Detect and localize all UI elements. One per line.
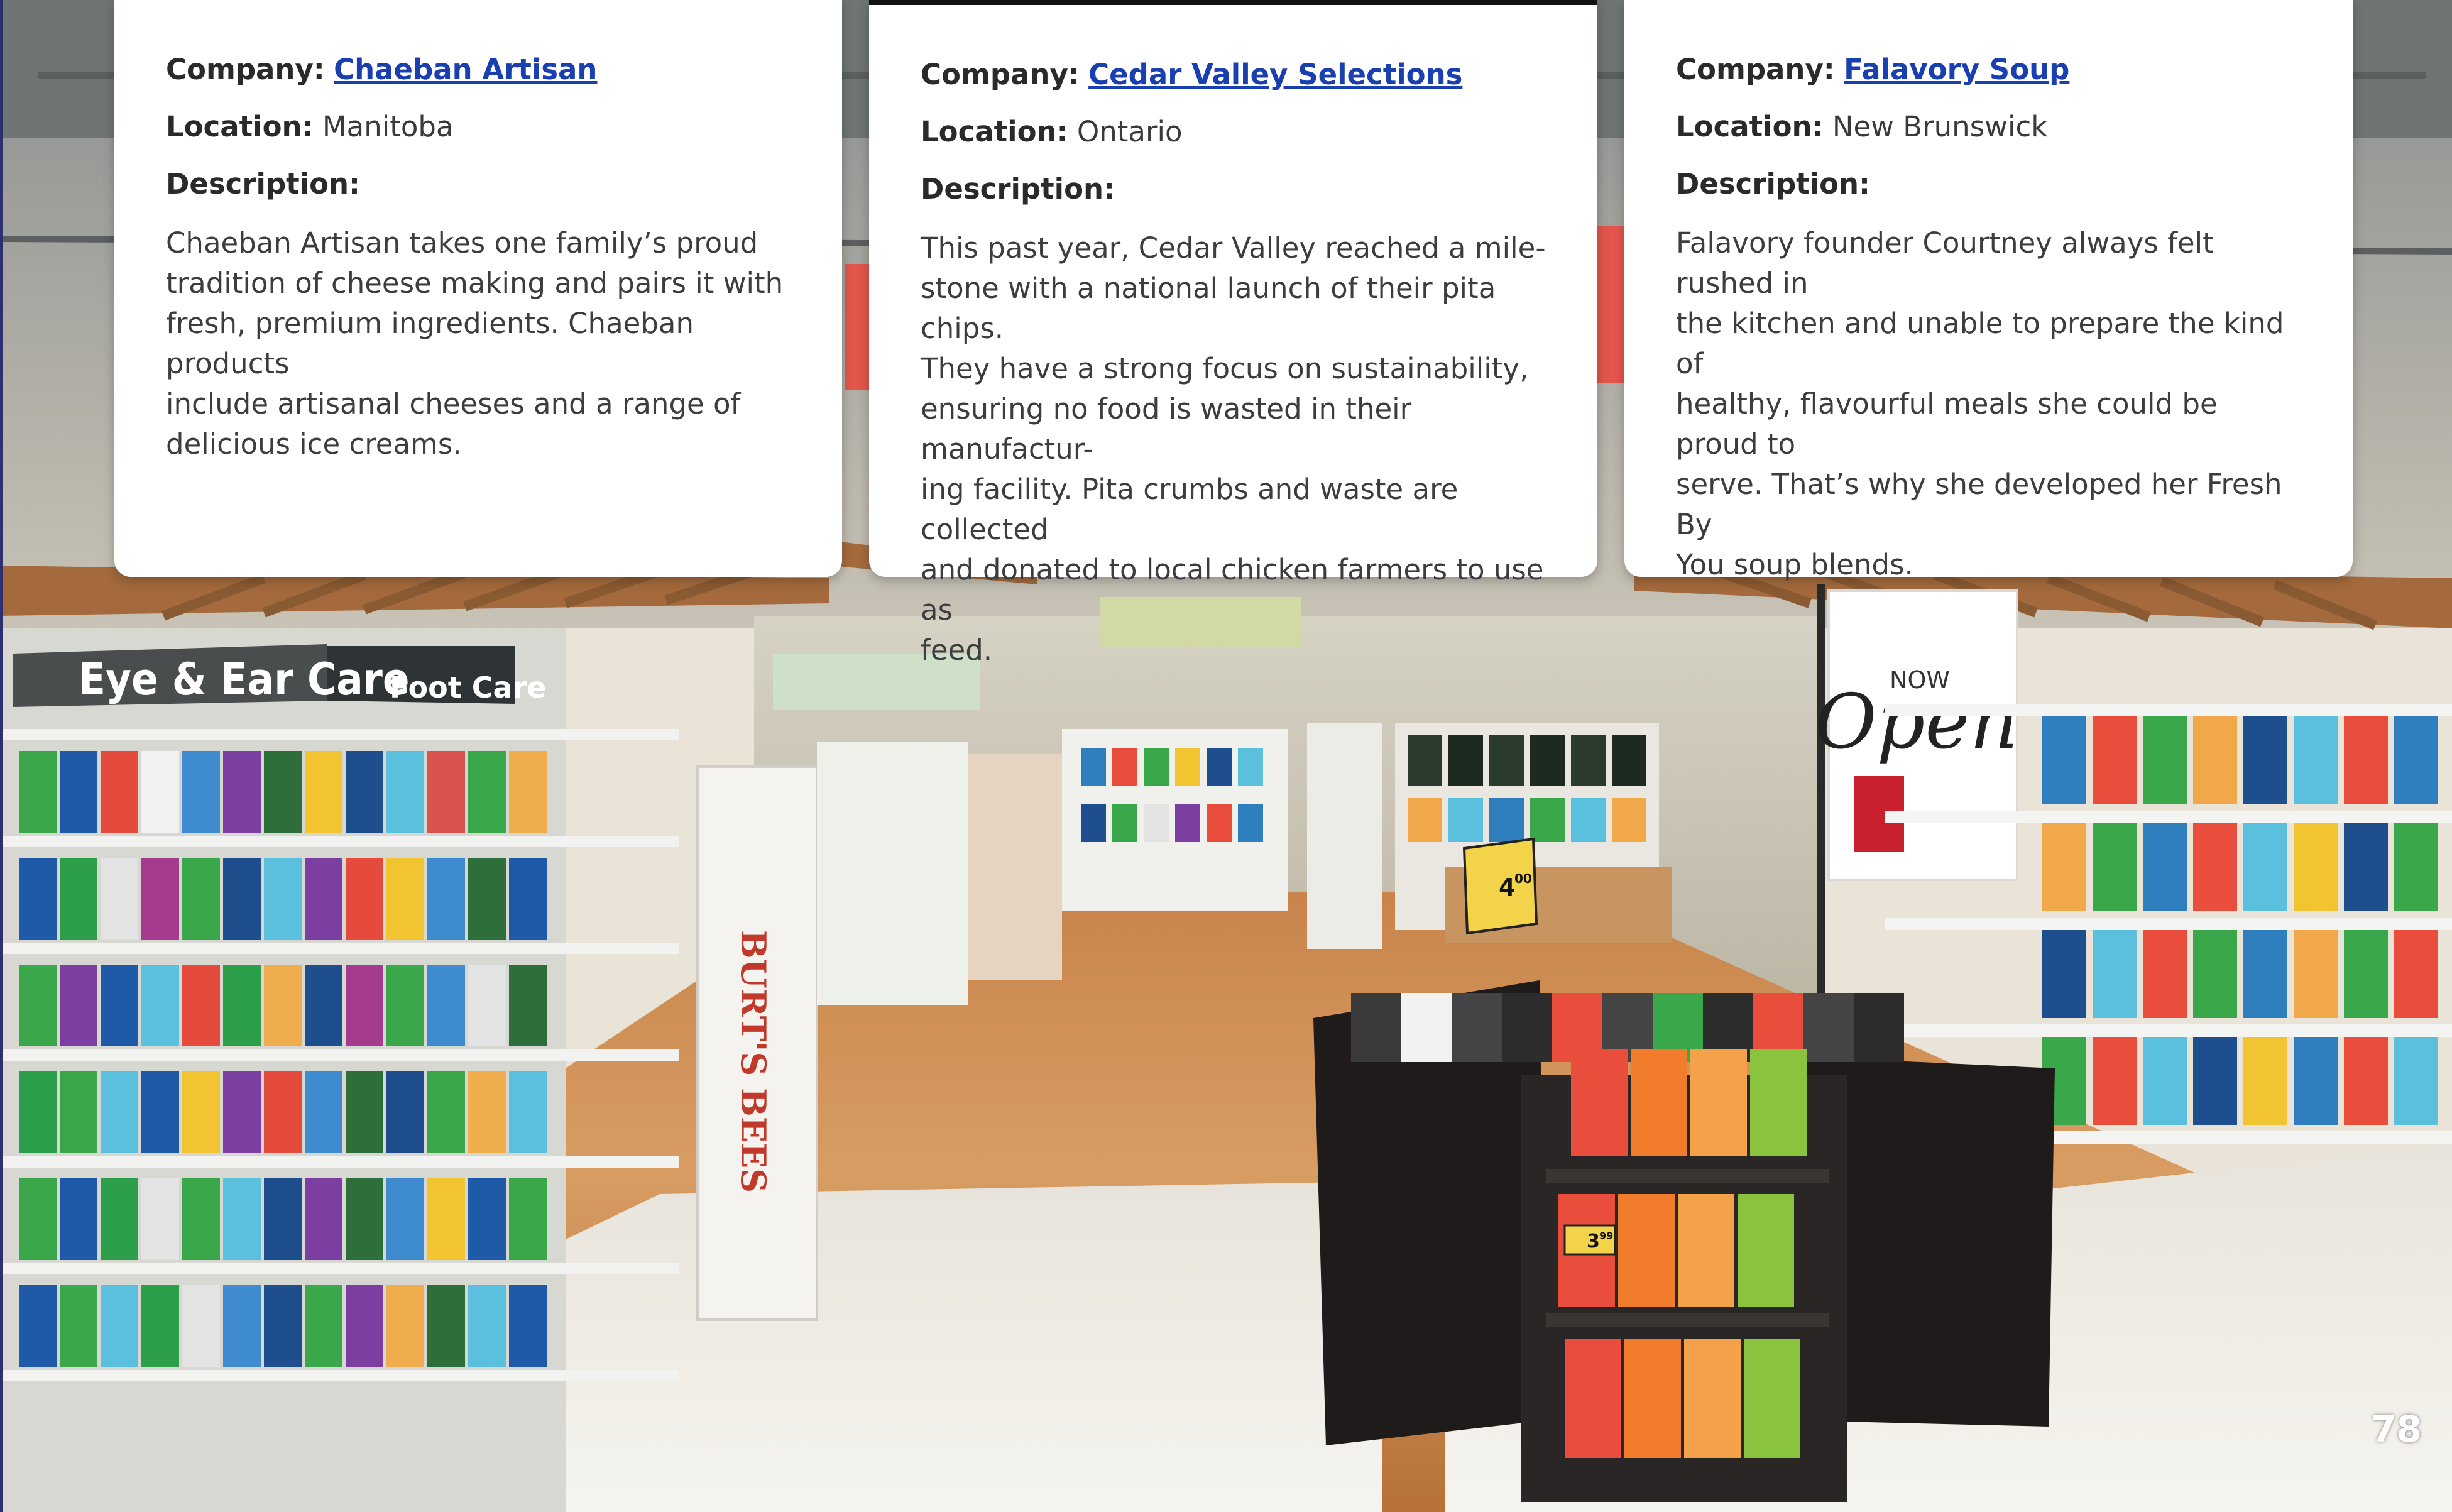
company-row: Company: Chaeban Artisan — [166, 52, 792, 88]
sign-burts-bees: BURT'S BEES — [733, 930, 774, 1193]
company-link-cedar-valley[interactable]: Cedar Valley Selections — [1088, 58, 1462, 91]
price-tag-399-dollars: 4 — [1499, 874, 1515, 901]
company-card-falavory: Company: Falavory Soup Location: New Bru… — [1624, 0, 2353, 581]
location-row: Location: Ontario — [921, 114, 1547, 150]
company-label: Company: — [1676, 53, 1835, 86]
chip-display-stand: 3 99 — [1313, 980, 2055, 1502]
location-label: Location: — [1676, 110, 1824, 143]
description-text: This past year, Cedar Valley reached a m… — [921, 231, 1546, 667]
price-tag-400-cents: 99 — [1599, 1230, 1613, 1242]
company-card-cedar-valley: Company: Cedar Valley Selections Locatio… — [869, 0, 1597, 667]
description-label: Description: — [166, 167, 361, 200]
company-card-chaeban: Company: Chaeban Artisan Location: Manit… — [114, 0, 842, 577]
location-row: Location: New Brunswick — [1676, 109, 2302, 145]
location-value: Ontario — [1076, 115, 1183, 148]
sign-foot-care: Foot Care — [390, 671, 546, 704]
description-row: Description: — [166, 166, 792, 202]
description-text: Chaeban Artisan takes one family’s proud… — [166, 226, 784, 461]
location-label: Location: — [921, 115, 1068, 148]
page-number: 78 — [2371, 1408, 2422, 1450]
location-value: Manitoba — [322, 110, 454, 143]
price-tag-400: 3 — [1587, 1230, 1600, 1252]
company-link-falavory[interactable]: Falavory Soup — [1844, 53, 2069, 86]
price-tag-399-cents: 00 — [1514, 871, 1532, 886]
location-row: Location: Manitoba — [166, 109, 792, 145]
description-label: Description: — [921, 172, 1115, 205]
company-label: Company: — [166, 53, 325, 86]
company-link-chaeban[interactable]: Chaeban Artisan — [334, 53, 597, 86]
company-row: Company: Falavory Soup — [1676, 52, 2302, 88]
description-row: Description: — [1676, 166, 2302, 202]
page-left-rule — [0, 0, 3, 1512]
description-label: Description: — [1676, 167, 1871, 200]
sign-eye-ear-care: Eye & Ear Care — [79, 654, 410, 705]
description-row: Description: — [921, 171, 1547, 207]
company-row: Company: Cedar Valley Selections — [921, 57, 1547, 93]
company-label: Company: — [921, 58, 1080, 91]
location-label: Location: — [166, 110, 314, 143]
sign-open: Open — [1815, 679, 2018, 766]
description-text: Falavory founder Courtney always felt ru… — [1676, 226, 2284, 581]
location-value: New Brunswick — [1832, 110, 2048, 143]
